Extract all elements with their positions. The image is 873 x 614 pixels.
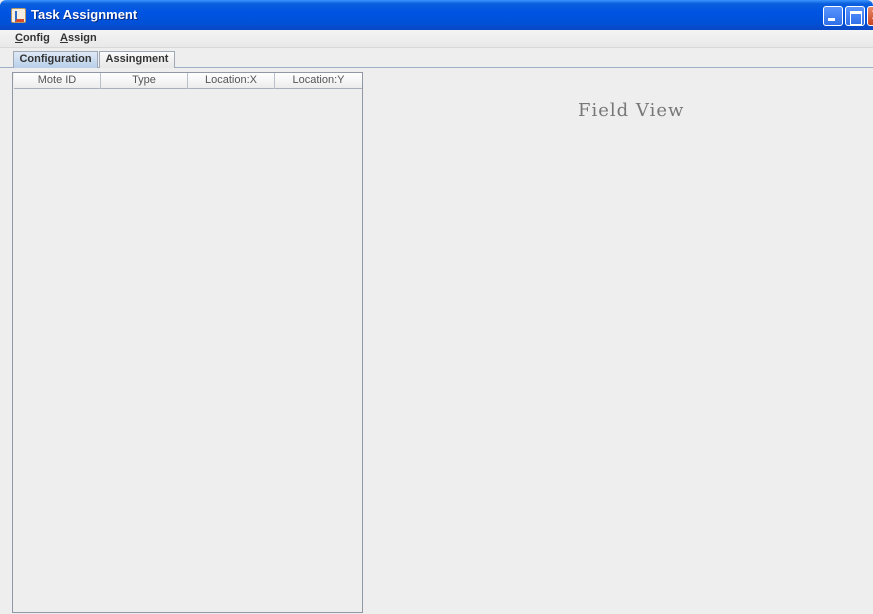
- tab-strip: Configuration Assingment: [0, 49, 873, 68]
- column-header-location-x[interactable]: Location:X: [188, 73, 275, 89]
- menu-config-mnemonic: C: [15, 32, 23, 44]
- menu-config[interactable]: Config: [15, 32, 50, 44]
- field-view-panel[interactable]: Field View: [364, 69, 873, 614]
- menu-bar: Config Assign: [0, 30, 873, 48]
- column-header-location-y[interactable]: Location:Y: [275, 73, 362, 89]
- menu-assign-mnemonic: A: [60, 32, 68, 44]
- title-bar[interactable]: Task Assignment: [0, 0, 873, 30]
- tab-assingment[interactable]: Assingment: [99, 51, 175, 68]
- window-title: Task Assignment: [31, 7, 138, 22]
- table-body[interactable]: [14, 90, 362, 612]
- column-header-mote-id[interactable]: Mote ID: [14, 73, 101, 89]
- tab-content: Mote ID Type Location:X Location:Y Field…: [0, 69, 873, 614]
- menu-assign[interactable]: Assign: [60, 32, 97, 44]
- mote-table[interactable]: Mote ID Type Location:X Location:Y: [12, 72, 363, 613]
- column-header-type[interactable]: Type: [101, 73, 188, 89]
- menu-assign-label: ssign: [67, 32, 97, 44]
- java-cup-icon: [11, 8, 26, 23]
- table-header: Mote ID Type Location:X Location:Y: [14, 73, 362, 89]
- field-view-title: Field View: [578, 100, 685, 121]
- close-icon[interactable]: [867, 5, 873, 26]
- app-window: Task Assignment Config Assign Configurat…: [0, 0, 873, 614]
- maximize-icon[interactable]: [845, 6, 865, 26]
- tab-configuration[interactable]: Configuration: [13, 51, 98, 68]
- minimize-icon[interactable]: [823, 6, 843, 26]
- menu-config-label: onfig: [22, 32, 50, 44]
